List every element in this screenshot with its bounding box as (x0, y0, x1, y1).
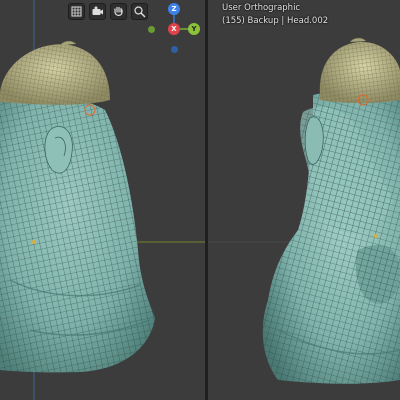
left-3d-viewport[interactable]: Z X Y (0, 0, 205, 400)
3d-cursor (374, 234, 378, 238)
left-head-mesh (0, 94, 155, 373)
gizmo-negative-z-axis[interactable] (171, 46, 178, 53)
blender-editor: Z X Y User Orthographic (155) Backup | H… (0, 0, 400, 400)
right-head-mesh (262, 89, 400, 384)
gizmo-z-axis[interactable]: Z (168, 3, 180, 15)
right-3d-viewport[interactable]: User Orthographic (155) Backup | Head.00… (208, 0, 400, 400)
gizmo-y-axis[interactable]: Y (188, 23, 200, 35)
gizmo-negative-y-axis[interactable] (148, 26, 155, 33)
3d-cursor (32, 240, 36, 244)
viewport-view-label: User Orthographic (222, 3, 301, 13)
right-cap-mesh (319, 37, 400, 103)
gizmo-x-axis[interactable]: X (168, 23, 180, 35)
active-object-label: (155) Backup | Head.002 (222, 16, 329, 26)
right-head-sculpt-render (208, 37, 400, 384)
